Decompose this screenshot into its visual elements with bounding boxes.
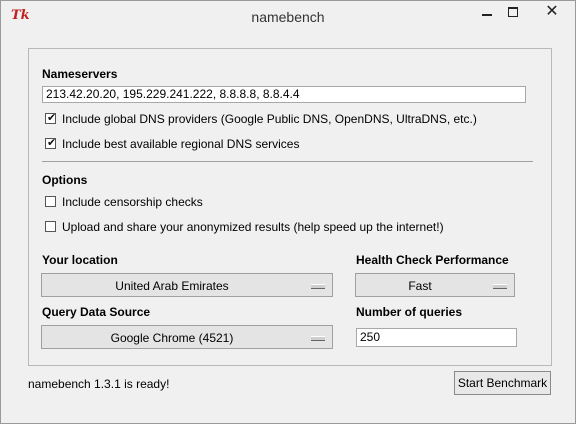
minimize-button[interactable] bbox=[473, 1, 501, 23]
settings-panel: Nameservers ✔ Include global DNS provide… bbox=[28, 48, 552, 366]
dropdown-indicator-icon bbox=[311, 336, 325, 341]
include-global-checkbox[interactable]: ✔ bbox=[45, 112, 57, 124]
start-benchmark-button[interactable]: Start Benchmark bbox=[454, 371, 551, 395]
separator bbox=[42, 161, 533, 162]
health-value: Fast bbox=[408, 279, 432, 293]
dropdown-indicator-icon bbox=[493, 284, 507, 289]
dropdown-indicator-icon bbox=[311, 284, 325, 289]
query-source-heading: Query Data Source bbox=[42, 305, 151, 319]
include-regional-checkbox[interactable]: ✔ bbox=[45, 137, 57, 149]
include-regional-label: Include best available regional DNS serv… bbox=[62, 137, 300, 151]
app-window: Tk namebench ✕ Nameservers ✔ Include glo… bbox=[0, 0, 576, 424]
close-button[interactable]: ✕ bbox=[529, 1, 575, 23]
censorship-checkbox[interactable] bbox=[45, 196, 56, 207]
health-select[interactable]: Fast bbox=[355, 273, 515, 297]
location-heading: Your location bbox=[42, 253, 118, 267]
upload-checkbox[interactable] bbox=[45, 221, 56, 232]
maximize-icon bbox=[508, 7, 518, 17]
include-global-label: Include global DNS providers (Google Pub… bbox=[62, 112, 477, 126]
queries-heading: Number of queries bbox=[356, 305, 463, 319]
queries-input[interactable] bbox=[356, 328, 517, 347]
censorship-label: Include censorship checks bbox=[62, 195, 203, 209]
health-heading: Health Check Performance bbox=[356, 253, 509, 267]
checkmark-icon: ✔ bbox=[47, 137, 57, 149]
options-heading: Options bbox=[42, 173, 88, 187]
status-text: namebench 1.3.1 is ready! bbox=[28, 377, 170, 391]
nameservers-input[interactable] bbox=[42, 86, 526, 103]
location-value: United Arab Emirates bbox=[115, 279, 229, 293]
nameservers-heading: Nameservers bbox=[42, 67, 118, 81]
upload-label: Upload and share your anonymized results… bbox=[62, 220, 444, 234]
minimize-icon bbox=[482, 14, 492, 16]
query-source-value: Google Chrome (4521) bbox=[110, 331, 234, 345]
maximize-button[interactable] bbox=[499, 1, 527, 23]
query-source-select[interactable]: Google Chrome (4521) bbox=[41, 325, 333, 349]
title-bar[interactable]: Tk namebench ✕ bbox=[1, 1, 575, 31]
location-select[interactable]: United Arab Emirates bbox=[41, 273, 333, 297]
checkmark-icon: ✔ bbox=[47, 112, 57, 124]
